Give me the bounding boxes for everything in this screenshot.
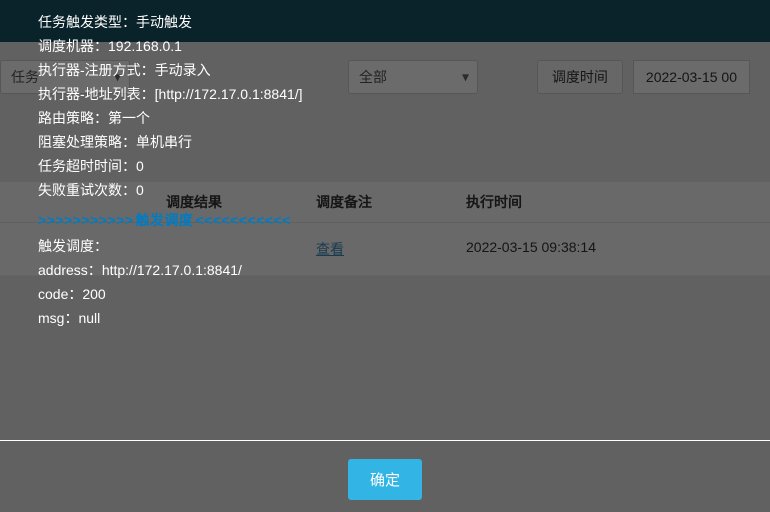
address-label: address： bbox=[38, 262, 102, 278]
sep-text: 触发调度 bbox=[135, 212, 193, 228]
sep-left: >>>>>>>>>>> bbox=[38, 212, 133, 228]
divider bbox=[0, 440, 770, 441]
trigger-type-label: 任务触发类型： bbox=[38, 14, 136, 30]
msg-label: msg： bbox=[38, 310, 78, 326]
route-value: 第一个 bbox=[108, 110, 150, 126]
route-label: 路由策略： bbox=[38, 110, 108, 126]
retry-value: 0 bbox=[136, 182, 144, 198]
executor-addr-value: [http://172.17.0.1:8841/] bbox=[155, 86, 303, 102]
timeout-value: 0 bbox=[136, 158, 144, 174]
dispatch-detail-modal: 任务触发类型：手动触发 调度机器：192.168.0.1 执行器-注册方式：手动… bbox=[0, 0, 770, 330]
timeout-label: 任务超时时间： bbox=[38, 158, 136, 174]
block-label: 阻塞处理策略： bbox=[38, 134, 136, 150]
code-value: 200 bbox=[82, 286, 105, 302]
modal-footer: 确定 bbox=[0, 440, 770, 512]
retry-label: 失败重试次数： bbox=[38, 182, 136, 198]
confirm-button[interactable]: 确定 bbox=[348, 459, 422, 500]
dispatch-separator: >>>>>>>>>>>触发调度<<<<<<<<<<< bbox=[38, 208, 732, 232]
executor-reg-label: 执行器-注册方式： bbox=[38, 62, 155, 78]
trigger-type-value: 手动触发 bbox=[136, 14, 192, 30]
scheduler-value: 192.168.0.1 bbox=[108, 38, 182, 54]
executor-addr-label: 执行器-地址列表： bbox=[38, 86, 155, 102]
code-label: code： bbox=[38, 286, 82, 302]
sep-right: <<<<<<<<<<< bbox=[195, 212, 290, 228]
msg-value: null bbox=[78, 310, 100, 326]
block-value: 单机串行 bbox=[136, 134, 192, 150]
scheduler-label: 调度机器： bbox=[38, 38, 108, 54]
executor-reg-value: 手动录入 bbox=[155, 62, 211, 78]
dispatch-label: 触发调度： bbox=[38, 238, 108, 254]
address-value: http://172.17.0.1:8841/ bbox=[102, 262, 242, 278]
